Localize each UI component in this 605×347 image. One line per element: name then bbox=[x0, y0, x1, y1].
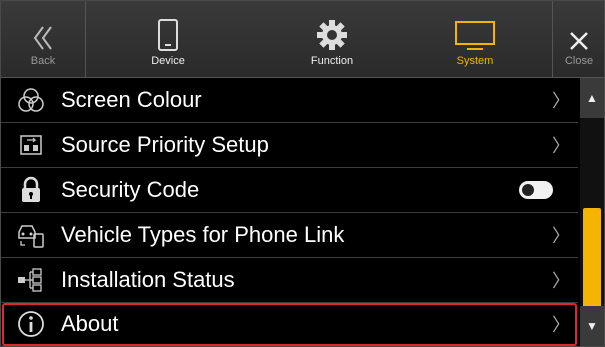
list-item-label: Security Code bbox=[61, 177, 200, 202]
phone-icon bbox=[157, 7, 179, 51]
close-button[interactable]: Close bbox=[552, 1, 604, 77]
lock-icon bbox=[1, 176, 61, 204]
close-icon bbox=[569, 7, 589, 51]
scroll-down-button[interactable]: ▼ bbox=[580, 306, 604, 346]
tab-function-label: Function bbox=[310, 55, 354, 67]
top-tab-bar: Back Device Function System Close bbox=[1, 1, 604, 78]
security-code-toggle[interactable] bbox=[519, 181, 553, 199]
list-item-installation-status[interactable]: Installation Status 〉 bbox=[1, 258, 578, 303]
color-circles-icon bbox=[1, 86, 61, 114]
list-item-security-code[interactable]: Security Code bbox=[1, 168, 578, 213]
system-settings-screen: Back Device Function System Close Screen… bbox=[0, 0, 605, 347]
car-phone-icon bbox=[1, 222, 61, 248]
list-item-label: Installation Status bbox=[61, 267, 235, 292]
list-item-label: Vehicle Types for Phone Link bbox=[61, 222, 345, 247]
scrollbar-thumb[interactable] bbox=[583, 208, 601, 308]
list-item-label: Source Priority Setup bbox=[61, 132, 269, 157]
list-item-screen-colour[interactable]: Screen Colour 〉 bbox=[1, 78, 578, 123]
chevron-right-icon: 〉 bbox=[552, 136, 570, 156]
info-icon bbox=[1, 310, 61, 338]
tab-device-label: Device bbox=[151, 55, 185, 67]
chevron-right-icon: 〉 bbox=[552, 271, 570, 291]
source-priority-icon bbox=[1, 133, 61, 157]
list-item-vehicle-types[interactable]: Vehicle Types for Phone Link 〉 bbox=[1, 213, 578, 258]
back-label: Back bbox=[30, 55, 56, 67]
settings-list: Screen Colour 〉 Source Priority Setup 〉 bbox=[1, 78, 578, 346]
chevron-right-icon: 〉 bbox=[552, 315, 570, 335]
gear-icon bbox=[316, 7, 348, 51]
toggle-knob bbox=[522, 184, 534, 196]
scroll-up-button[interactable]: ▲ bbox=[580, 78, 604, 118]
tab-function[interactable]: Function bbox=[251, 1, 413, 77]
monitor-icon bbox=[455, 7, 495, 51]
double-chevron-left-icon bbox=[32, 7, 54, 51]
close-label: Close bbox=[564, 55, 594, 67]
list-item-about[interactable]: About 〉 bbox=[1, 302, 578, 346]
list-item-label: About bbox=[61, 311, 119, 336]
tab-device[interactable]: Device bbox=[85, 1, 251, 77]
list-item-label: Screen Colour bbox=[61, 87, 202, 112]
installation-tree-icon bbox=[1, 268, 61, 292]
chevron-right-icon: 〉 bbox=[552, 226, 570, 246]
tab-system-label: System bbox=[456, 55, 494, 67]
list-item-source-priority[interactable]: Source Priority Setup 〉 bbox=[1, 123, 578, 168]
scrollbar[interactable]: ▲ ▼ bbox=[580, 78, 604, 346]
back-button[interactable]: Back bbox=[1, 1, 86, 77]
tab-system[interactable]: System bbox=[413, 1, 537, 77]
chevron-right-icon: 〉 bbox=[552, 91, 570, 111]
